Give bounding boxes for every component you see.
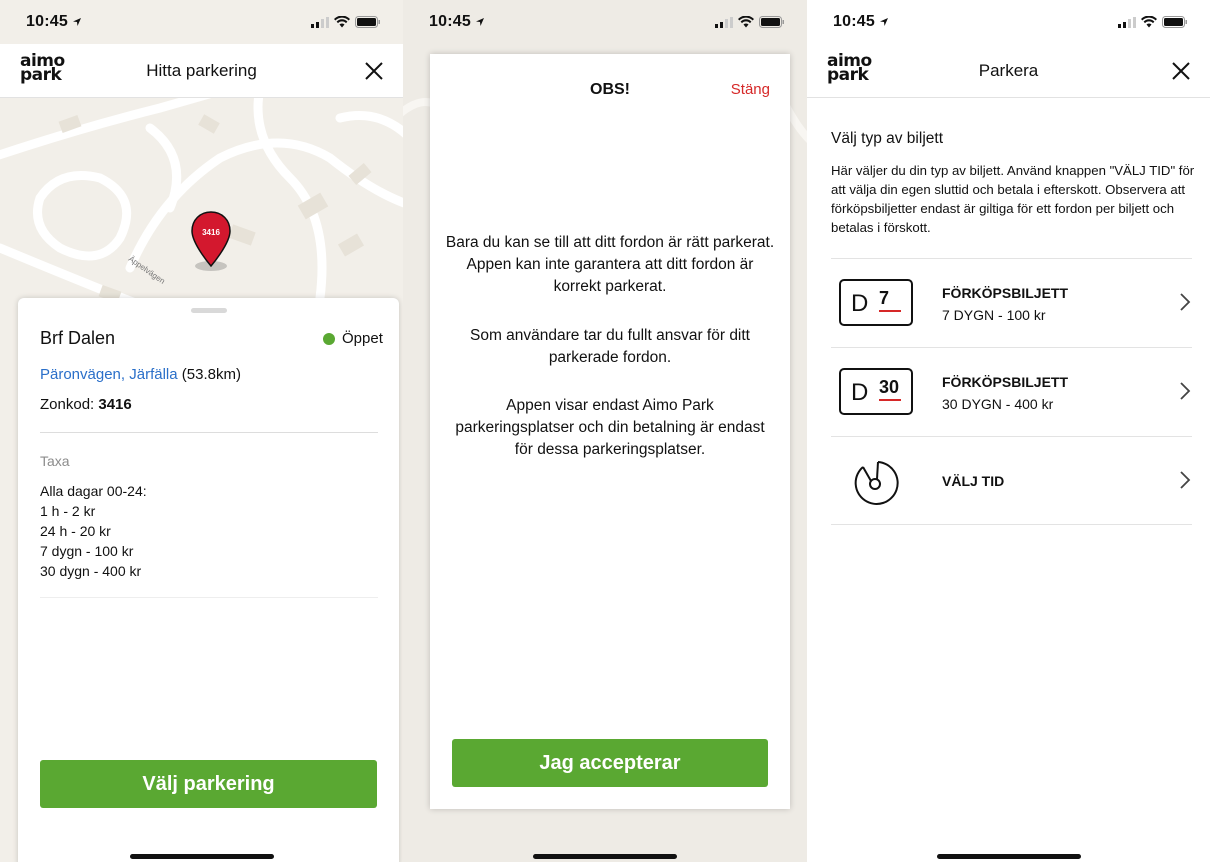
wifi-icon xyxy=(1141,16,1157,28)
status-time: 10:45 xyxy=(833,13,875,30)
screen-park: 10:45 aimo park Parkera Välj typ av bilj… xyxy=(807,0,1210,862)
choose-time-option[interactable]: VÄLJ TID xyxy=(831,436,1192,525)
taxa-line: Alla dagar 00-24: xyxy=(40,483,147,499)
ticket-icon-underline xyxy=(879,310,901,312)
sheet-grabber[interactable] xyxy=(191,308,227,313)
wifi-icon xyxy=(738,16,754,28)
divider xyxy=(40,432,378,433)
location-arrow-icon xyxy=(475,18,484,26)
accept-button[interactable]: Jag accepterar xyxy=(452,739,768,787)
address: Päronvägen, Järfälla (53.8km) xyxy=(40,366,241,383)
ticket-icon-letter: D xyxy=(851,290,869,317)
ticket-7-days-icon: D 7 xyxy=(839,279,913,326)
taxa-line: 24 h - 20 kr xyxy=(40,523,111,539)
ticket-option-7-days[interactable]: D 7 FÖRKÖPSBILJETT 7 DYGN - 100 kr xyxy=(831,258,1192,347)
status-dot xyxy=(323,333,335,345)
home-indicator xyxy=(129,854,274,859)
close-link[interactable]: Stäng xyxy=(731,81,770,98)
notice-paragraph: Som användare tar du fullt ansvar för di… xyxy=(469,327,750,366)
choose-parking-button[interactable]: Välj parkering xyxy=(40,760,377,808)
screen-notice-modal: 10:45 OBS! Stäng Bara du kan se till att… xyxy=(403,0,807,862)
home-indicator xyxy=(936,854,1081,859)
ticket-icon-underline xyxy=(879,399,901,401)
status-label: Öppet xyxy=(342,330,383,347)
option-title: FÖRKÖPSBILJETT xyxy=(942,285,1069,301)
status-time: 10:45 xyxy=(26,13,68,30)
signal-icon xyxy=(715,16,733,28)
notice-paragraph: Appen visar endast Aimo Park parkeringsp… xyxy=(455,397,765,458)
pin-label: 3416 xyxy=(202,228,220,237)
option-subtitle: 30 DYGN - 400 kr xyxy=(942,396,1054,412)
status-bar: 10:45 xyxy=(0,0,403,44)
distance: (53.8km) xyxy=(181,366,241,383)
close-icon[interactable] xyxy=(1170,60,1192,82)
divider xyxy=(40,597,378,598)
close-icon[interactable] xyxy=(363,60,385,82)
status-time: 10:45 xyxy=(429,13,471,30)
ticket-icon-number: 7 xyxy=(879,288,890,308)
wifi-icon xyxy=(334,16,350,28)
status-icons xyxy=(715,16,785,28)
zone-code: Zonkod: 3416 xyxy=(40,396,132,413)
screen-find-parking: 10:45 aimo park Hitta parkering Äppelväg… xyxy=(0,0,403,862)
map-pin-icon[interactable]: 3416 xyxy=(190,210,232,272)
parking-details-sheet: Brf Dalen Öppet Päronvägen, Järfälla (53… xyxy=(18,298,399,862)
zone-label: Zonkod: xyxy=(40,396,95,413)
section-description: Här väljer du din typ av biljett. Använd… xyxy=(831,163,1195,235)
app-header: aimo park Parkera xyxy=(807,44,1210,98)
status-icons xyxy=(311,16,381,28)
option-subtitle: 7 DYGN - 100 kr xyxy=(942,307,1046,323)
status-icons xyxy=(1118,16,1188,28)
ticket-icon-number: 30 xyxy=(879,377,900,397)
option-title: VÄLJ TID xyxy=(942,473,1005,489)
notice-paragraph: Bara du kan se till att ditt fordon är r… xyxy=(445,234,775,295)
taxa-line: 30 dygn - 400 kr xyxy=(40,563,142,579)
status-time-group: 10:45 xyxy=(429,13,485,31)
ticket-30-days-icon: D 30 xyxy=(839,368,913,415)
section-title: Välj typ av biljett xyxy=(831,130,943,147)
notice-dialog: OBS! Stäng Bara du kan se till att ditt … xyxy=(430,54,790,809)
taxa-list: Alla dagar 00-24: 1 h - 2 kr 24 h - 20 k… xyxy=(40,481,147,581)
taxa-line: 7 dygn - 100 kr xyxy=(40,543,134,559)
taxa-line: 1 h - 2 kr xyxy=(40,503,96,519)
chevron-right-icon xyxy=(1180,471,1191,489)
page-title: Hitta parkering xyxy=(146,61,257,80)
location-arrow-icon xyxy=(72,18,81,26)
battery-icon xyxy=(355,16,380,28)
ticket-icon-letter: D xyxy=(851,379,869,406)
signal-icon xyxy=(1118,16,1136,28)
status-bar: 10:45 xyxy=(403,0,807,44)
app-header: aimo park Hitta parkering xyxy=(0,44,403,98)
chevron-right-icon xyxy=(1180,382,1191,400)
address-link[interactable]: Päronvägen, Järfälla xyxy=(40,366,178,383)
taxa-heading: Taxa xyxy=(40,453,70,469)
status-bar: 10:45 xyxy=(807,0,1210,44)
signal-icon xyxy=(311,16,329,28)
chevron-right-icon xyxy=(1180,293,1191,311)
option-title: FÖRKÖPSBILJETT xyxy=(942,374,1069,390)
ticket-option-30-days[interactable]: D 30 FÖRKÖPSBILJETT 30 DYGN - 400 kr xyxy=(831,347,1192,436)
status-time-group: 10:45 xyxy=(833,13,889,31)
page-title: Parkera xyxy=(978,61,1039,80)
location-arrow-icon xyxy=(879,18,888,26)
home-indicator xyxy=(533,854,677,859)
timer-icon xyxy=(854,461,899,505)
status-time-group: 10:45 xyxy=(26,13,82,31)
zone-value: 3416 xyxy=(98,396,132,413)
battery-icon xyxy=(759,16,784,28)
battery-icon xyxy=(1162,16,1187,28)
map-view[interactable]: Äppelvägen xyxy=(0,98,403,318)
lot-name: Brf Dalen xyxy=(40,328,116,348)
